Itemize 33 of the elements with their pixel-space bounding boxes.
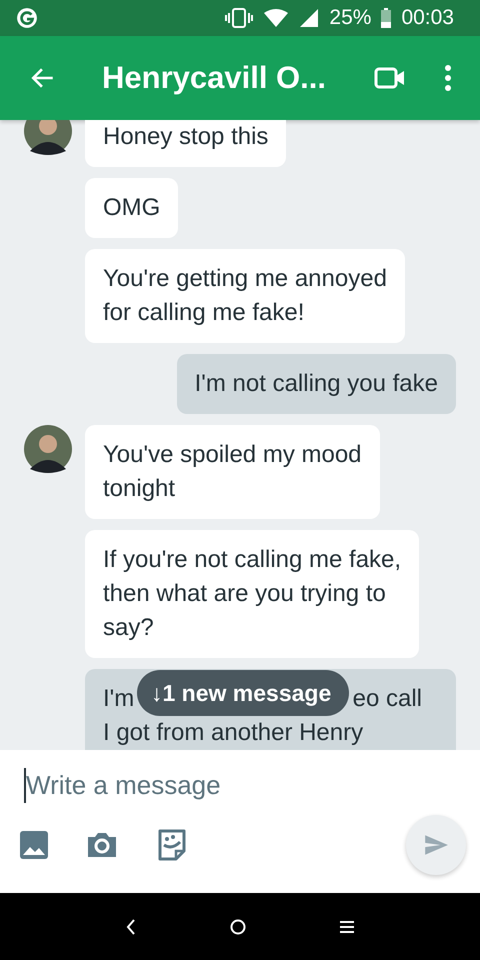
- message-text: tonight: [103, 474, 176, 504]
- avatar[interactable]: [24, 120, 72, 155]
- camera-icon: [86, 831, 118, 859]
- message-text: Honey stop this: [103, 122, 268, 152]
- message-text: I got from another Henry: [103, 719, 364, 746]
- message-text: OMG: [103, 193, 160, 223]
- message-text: You're getting me annoyed: [103, 264, 387, 294]
- home-icon[interactable]: [230, 918, 246, 934]
- new-message-button[interactable]: ↓1 new message: [137, 670, 350, 716]
- message-text: say?: [103, 613, 155, 643]
- clock: 00:03: [401, 6, 454, 30]
- signal-icon: [299, 8, 320, 28]
- message-text: eo call: [352, 684, 422, 714]
- wifi-icon: [263, 8, 290, 28]
- battery-percent: 25%: [329, 6, 372, 30]
- menu-icon[interactable]: [340, 920, 354, 934]
- message-text: for calling me fake!: [103, 298, 306, 328]
- battery-icon: [381, 8, 392, 28]
- message-text: I'm not calling you fake: [194, 369, 438, 399]
- video-camera-icon: [374, 66, 406, 90]
- message-text: You've spoiled my mood: [103, 440, 362, 470]
- more-vertical-icon: [444, 65, 452, 91]
- app-icon: [16, 7, 38, 29]
- image-icon: [20, 831, 48, 859]
- gallery-button[interactable]: [18, 829, 50, 861]
- sticker-icon: [156, 829, 188, 861]
- message-text: then what are you trying to: [103, 579, 387, 609]
- vibrate-icon: [225, 8, 254, 28]
- message-text: I'm: [103, 684, 134, 714]
- message-text: If you're not calling me fake,: [103, 545, 402, 575]
- avatar[interactable]: [24, 425, 72, 473]
- back-icon[interactable]: [126, 918, 136, 934]
- chat-title: Henrycavill O...: [102, 60, 327, 96]
